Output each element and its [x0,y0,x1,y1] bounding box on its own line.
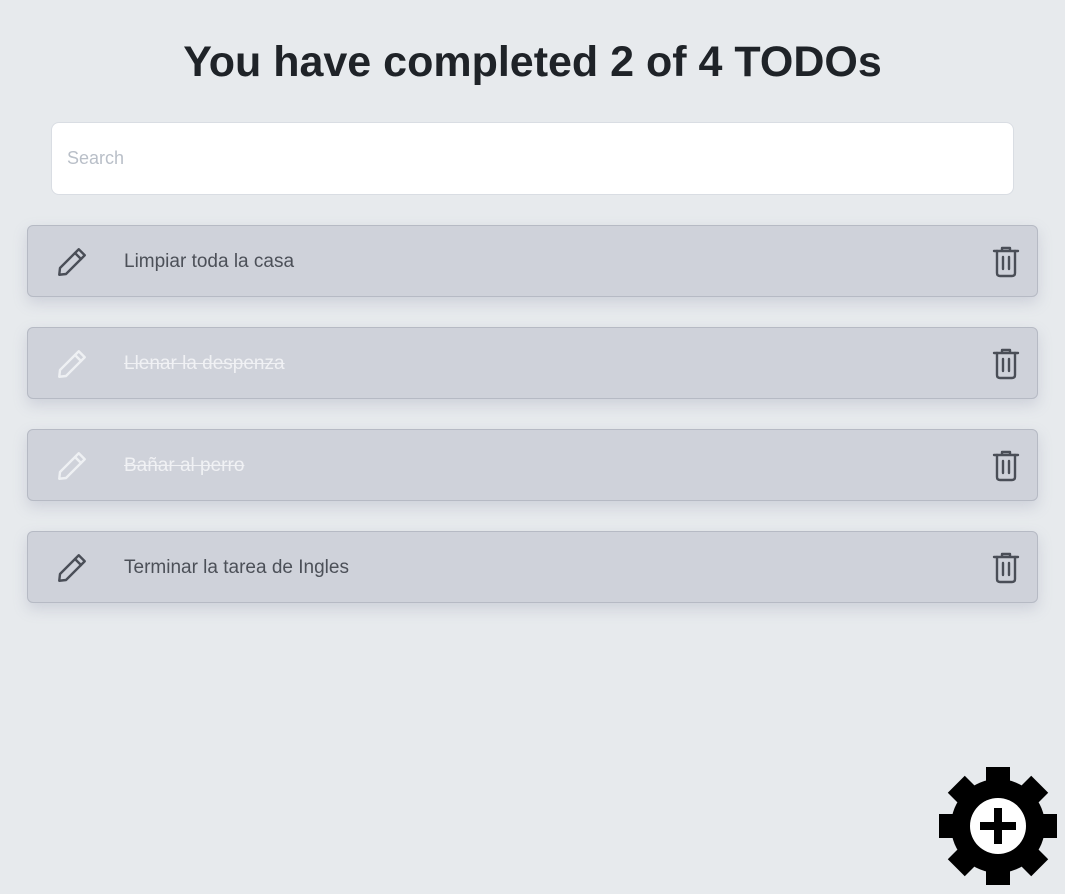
trash-icon [992,348,1020,380]
search-input[interactable] [51,122,1014,195]
trash-icon [992,450,1020,482]
page-title: You have completed 2 of 4 TODOs [183,38,882,86]
edit-button[interactable] [54,448,90,484]
add-todo-button[interactable] [938,766,1058,886]
delete-button[interactable] [991,347,1021,381]
edit-button[interactable] [54,346,90,382]
gear-plus-icon [939,767,1057,885]
delete-button[interactable] [991,449,1021,483]
pencil-icon [58,350,86,378]
todo-list: Limpiar toda la casa Llenar la despenza [27,225,1038,633]
todo-item: Llenar la despenza [27,327,1038,399]
edit-button[interactable] [54,550,90,586]
todo-text: Llenar la despenza [124,353,285,374]
todo-text: Limpiar toda la casa [124,251,295,272]
todo-text: Terminar la tarea de Ingles [124,557,349,578]
delete-button[interactable] [991,551,1021,585]
pencil-icon [58,452,86,480]
edit-button[interactable] [54,244,90,280]
todo-item: Bañar al perro [27,429,1038,501]
trash-icon [992,552,1020,584]
todo-item: Terminar la tarea de Ingles [27,531,1038,603]
todo-item: Limpiar toda la casa [27,225,1038,297]
todo-text: Bañar al perro [124,455,245,476]
delete-button[interactable] [991,245,1021,279]
trash-icon [992,246,1020,278]
pencil-icon [58,248,86,276]
pencil-icon [58,554,86,582]
